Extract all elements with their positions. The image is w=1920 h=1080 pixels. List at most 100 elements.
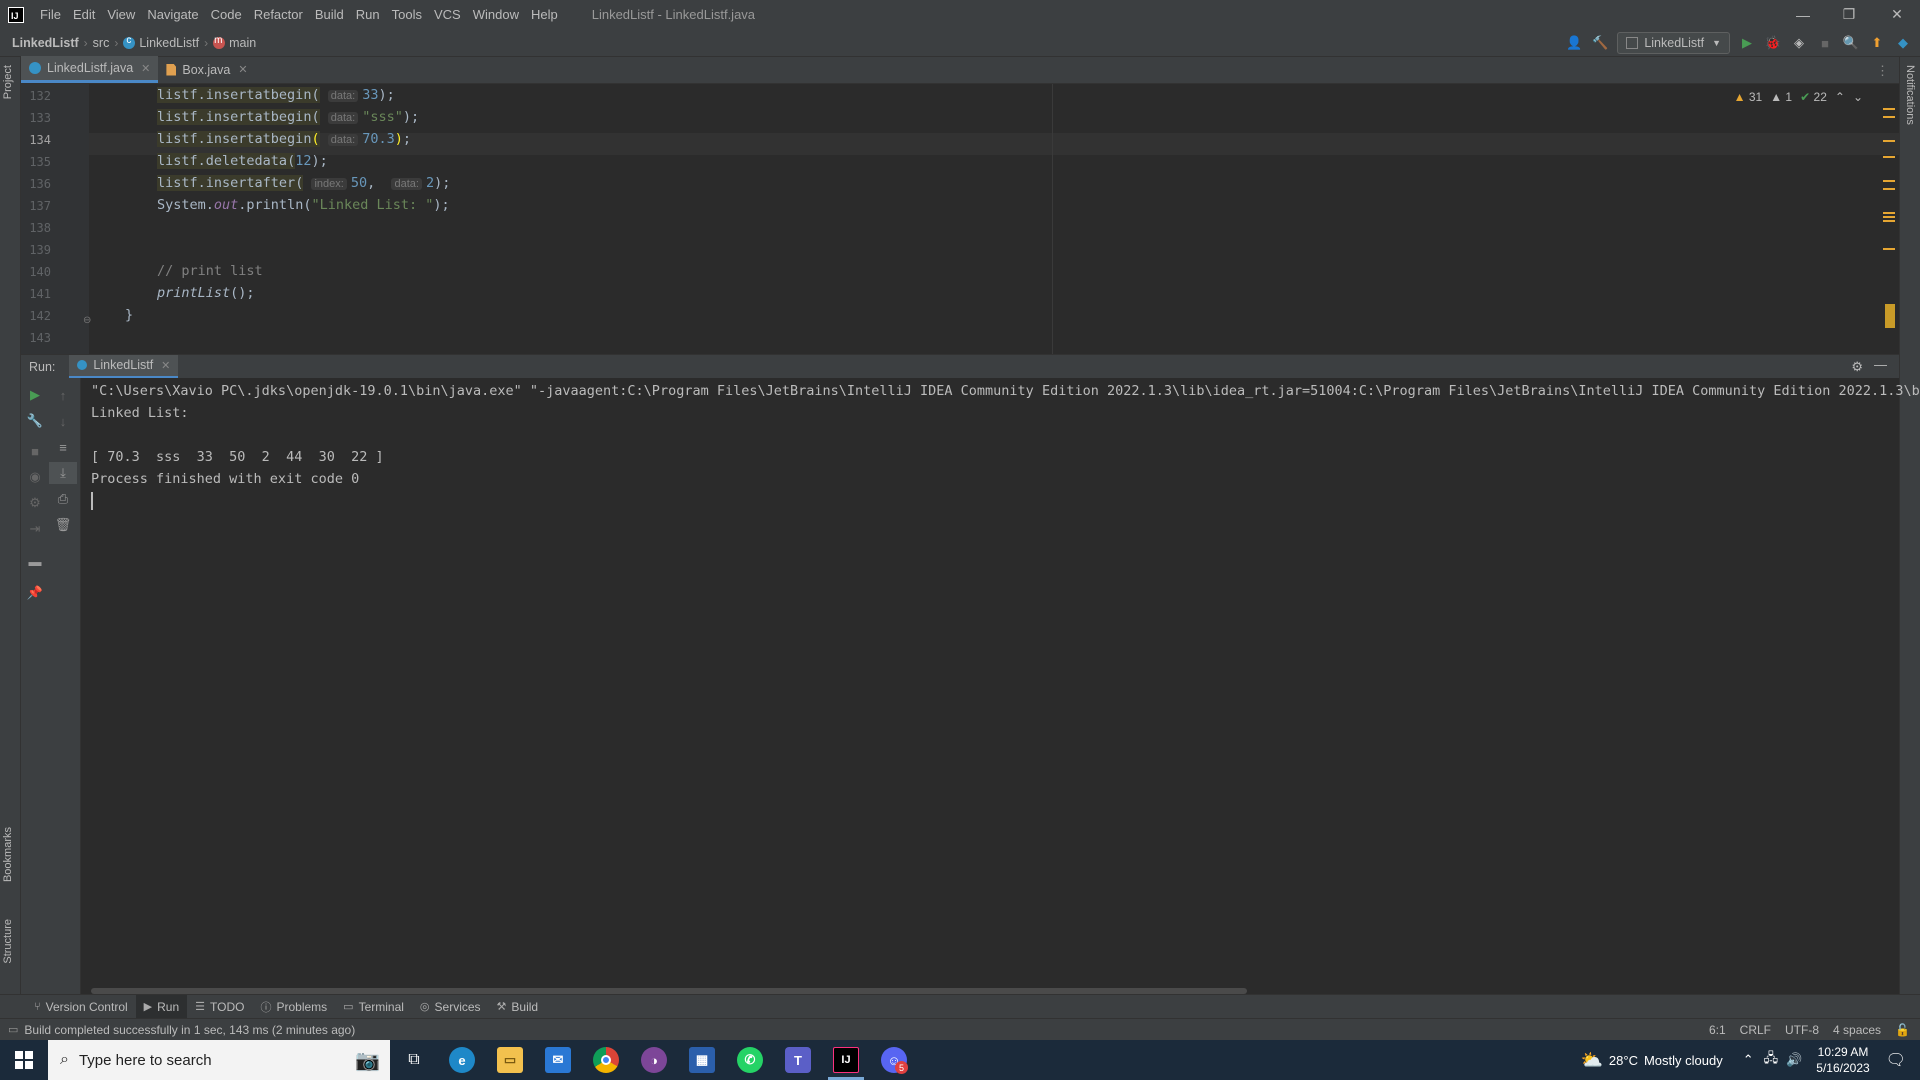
jetbrains-toolbox-icon[interactable]: ◆ xyxy=(1894,34,1912,52)
pin-icon[interactable]: 📌 xyxy=(21,582,49,604)
menu-window[interactable]: Window xyxy=(467,0,525,29)
menu-code[interactable]: Code xyxy=(205,0,248,29)
error-stripe-marker[interactable] xyxy=(1883,108,1895,110)
show-hidden-icons-icon[interactable]: ⌃ xyxy=(1743,1052,1754,1068)
stop-icon[interactable]: ■ xyxy=(21,440,49,462)
intellij-logo-icon[interactable]: IJ xyxy=(8,6,24,23)
run-icon[interactable]: ▶ xyxy=(1738,34,1756,52)
tab-build[interactable]: ⚒ Build xyxy=(489,995,547,1019)
menu-run[interactable]: Run xyxy=(350,0,386,29)
stop-icon[interactable]: ■ xyxy=(1816,34,1834,52)
minimize-icon[interactable]: — xyxy=(1780,0,1826,29)
menu-view[interactable]: View xyxy=(101,0,141,29)
menu-edit[interactable]: Edit xyxy=(67,0,101,29)
hide-panel-icon[interactable]: — xyxy=(1874,357,1887,372)
tab-linkedlistf-java[interactable]: LinkedListf.java ✕ xyxy=(21,56,159,83)
search-icon[interactable]: 🔍 xyxy=(1842,34,1860,52)
menu-navigate[interactable]: Navigate xyxy=(141,0,204,29)
project-tool-button[interactable]: Project xyxy=(2,65,14,99)
error-stripe-marker[interactable] xyxy=(1883,116,1895,118)
wrench-icon[interactable]: 🔧 xyxy=(21,410,49,432)
menu-file[interactable]: File xyxy=(34,0,67,29)
action-center-icon[interactable]: 🗨 xyxy=(1886,1050,1906,1070)
lock-icon[interactable]: 🔓 xyxy=(1895,1023,1910,1037)
account-icon[interactable]: 👤 xyxy=(1565,34,1583,52)
tab-box-java[interactable]: Box.java ✕ xyxy=(158,56,255,83)
menu-help[interactable]: Help xyxy=(525,0,564,29)
editor-scrollbar-thumb[interactable] xyxy=(1885,304,1895,328)
task-view-icon[interactable]: ⧉ xyxy=(390,1040,438,1080)
error-stripe-marker[interactable] xyxy=(1883,216,1895,218)
print-icon[interactable]: ⎙ xyxy=(49,488,77,510)
fold-icon[interactable]: ⊖ xyxy=(83,315,91,326)
error-stripe-marker[interactable] xyxy=(1883,180,1895,182)
store-icon[interactable]: ▦ xyxy=(678,1040,726,1080)
inspection-widget[interactable]: ▲ 31 ▲ 1 ✔ 22 ⌃ ⌄ xyxy=(1734,90,1863,104)
breadcrumb-class[interactable]: LinkedListf xyxy=(139,36,199,50)
breadcrumb-src[interactable]: src xyxy=(93,36,110,50)
teams-icon[interactable]: T xyxy=(774,1040,822,1080)
settings-icon[interactable]: ⚙ xyxy=(21,492,49,514)
tab-run[interactable]: ▶ Run xyxy=(135,994,188,1019)
more-options-icon[interactable]: ⋮ xyxy=(1876,63,1889,79)
close-icon[interactable]: ✕ xyxy=(1874,0,1920,29)
weather-cloud-icon[interactable]: ⛅ xyxy=(1580,1050,1602,1071)
chrome-icon[interactable] xyxy=(582,1040,630,1080)
rerun-icon[interactable]: ▶ xyxy=(21,384,49,406)
intellij-taskbar-icon[interactable]: IJ xyxy=(822,1040,870,1080)
line-separator[interactable]: CRLF xyxy=(1740,1023,1771,1037)
menu-tools[interactable]: Tools xyxy=(386,0,428,29)
taskbar-search-box[interactable]: ⌕ Type here to search 📷 xyxy=(48,1040,390,1080)
next-highlight-icon[interactable]: ⌄ xyxy=(1853,90,1863,104)
network-icon[interactable]: 🖧 xyxy=(1764,1049,1779,1071)
close-tab-icon[interactable]: ✕ xyxy=(141,62,150,75)
menu-build[interactable]: Build xyxy=(309,0,350,29)
whatsapp-icon[interactable]: ✆ xyxy=(726,1040,774,1080)
menu-refactor[interactable]: Refactor xyxy=(248,0,309,29)
status-message[interactable]: Build completed successfully in 1 sec, 1… xyxy=(24,1023,355,1037)
caret-position[interactable]: 6:1 xyxy=(1709,1023,1726,1037)
previous-highlight-icon[interactable]: ⌃ xyxy=(1835,90,1845,104)
trash-icon[interactable]: 🗑 xyxy=(49,514,77,536)
breadcrumb-project[interactable]: LinkedListf xyxy=(12,36,79,50)
breadcrumb-method[interactable]: main xyxy=(229,36,256,50)
exit-icon[interactable]: ⇥ xyxy=(21,518,49,540)
coverage-icon[interactable]: ◈ xyxy=(1790,34,1808,52)
run-configuration-selector[interactable]: LinkedListf ▼ xyxy=(1617,32,1730,54)
clock[interactable]: 10:29 AM 5/16/2023 xyxy=(1816,1044,1869,1076)
discord-icon[interactable]: ☺ 5 xyxy=(870,1040,918,1080)
tab-services[interactable]: ◎ Services xyxy=(412,995,489,1019)
layout-icon[interactable]: ▬ xyxy=(21,550,49,572)
scroll-to-end-icon[interactable]: ⤓ xyxy=(49,462,77,484)
weather-description[interactable]: Mostly cloudy xyxy=(1644,1053,1723,1068)
close-tab-icon[interactable]: ✕ xyxy=(238,63,247,76)
menu-vcs[interactable]: VCS xyxy=(428,0,467,29)
weather-temperature[interactable]: 28°C xyxy=(1609,1053,1638,1068)
console-output[interactable]: "C:\Users\Xavio PC\.jdks\openjdk-19.0.1\… xyxy=(81,378,1920,994)
code-editor[interactable]: 132 133 134 135 136 137 138 139 140 141 … xyxy=(21,84,1899,354)
structure-tool-button[interactable]: Structure xyxy=(2,919,14,964)
tor-browser-icon[interactable]: ◑ xyxy=(630,1040,678,1080)
error-stripe-marker[interactable] xyxy=(1883,140,1895,142)
error-stripe-marker[interactable] xyxy=(1883,156,1895,158)
settings-gear-icon[interactable]: ⚙ xyxy=(1851,359,1863,375)
tab-todo[interactable]: ☰ TODO xyxy=(187,995,252,1019)
bookmarks-tool-button[interactable]: Bookmarks xyxy=(2,827,14,882)
up-arrow-icon[interactable]: ↑ xyxy=(49,384,77,406)
error-stripe-marker[interactable] xyxy=(1883,248,1895,250)
edge-icon[interactable]: e xyxy=(438,1040,486,1080)
soft-wrap-icon[interactable]: ≡ xyxy=(49,436,77,458)
mail-icon[interactable]: ✉ xyxy=(534,1040,582,1080)
build-hammer-icon[interactable]: 🔨 xyxy=(1591,34,1609,52)
file-explorer-icon[interactable]: ▭ xyxy=(486,1040,534,1080)
indent-setting[interactable]: 4 spaces xyxy=(1833,1023,1881,1037)
error-stripe-marker[interactable] xyxy=(1883,188,1895,190)
volume-icon[interactable]: 🔊 xyxy=(1786,1052,1802,1068)
camera-icon[interactable]: ◉ xyxy=(21,466,49,488)
run-tab-linkedlistf[interactable]: LinkedListf ✕ xyxy=(69,354,179,379)
error-stripe-marker[interactable] xyxy=(1883,220,1895,222)
tab-terminal[interactable]: ▭ Terminal xyxy=(335,995,412,1019)
update-icon[interactable]: ⬆ xyxy=(1868,34,1886,52)
restore-icon[interactable]: ❐ xyxy=(1826,0,1872,29)
tab-problems[interactable]: ⓘ Problems xyxy=(252,995,335,1019)
